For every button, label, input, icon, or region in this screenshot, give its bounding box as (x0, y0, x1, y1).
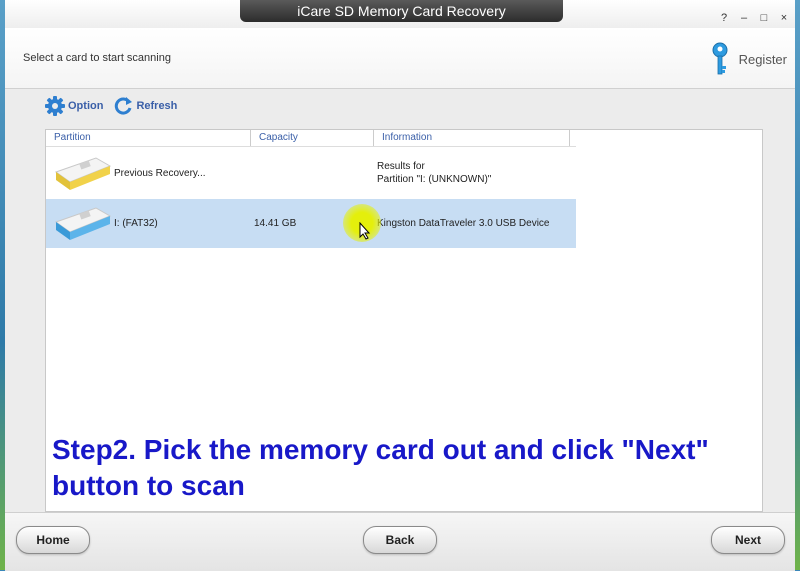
table-row[interactable]: Previous Recovery... Results for Partiti… (46, 149, 576, 198)
refresh-icon (115, 97, 133, 115)
window-controls: ? – □ × (719, 12, 789, 24)
partition-name: I: (FAT32) (114, 218, 158, 229)
mouse-pointer-icon (359, 222, 371, 240)
title-bar[interactable]: iCare SD Memory Card Recovery ? – □ × (5, 0, 795, 28)
table-header: Partition Capacity Information (46, 130, 576, 147)
tutorial-caption: Step2. Pick the memory card out and clic… (52, 432, 762, 504)
caption-line-1: Step2. Pick the memory card out and clic… (52, 434, 709, 465)
information-line-1: Results for (377, 161, 425, 172)
information-line-2: Partition "I: (UNKNOWN)" (377, 174, 492, 185)
register-label: Register (738, 51, 787, 67)
app-window: iCare SD Memory Card Recovery ? – □ × Se… (5, 0, 795, 571)
header: Select a card to start scanning Register (5, 28, 795, 89)
register-button[interactable]: Register (711, 42, 787, 76)
column-header-partition[interactable]: Partition (46, 130, 251, 146)
option-label: Option (68, 100, 104, 112)
help-button[interactable]: ? (719, 12, 729, 24)
gear-icon (45, 96, 65, 116)
next-button[interactable]: Next (711, 526, 785, 554)
refresh-button[interactable]: Refresh (113, 96, 177, 116)
partition-name: Previous Recovery... (114, 168, 206, 179)
column-header-capacity[interactable]: Capacity (251, 130, 374, 146)
column-header-information[interactable]: Information (374, 130, 570, 146)
caption-line-2: button to scan (52, 470, 245, 501)
home-button[interactable]: Home (16, 526, 90, 554)
toolbar: Option Refresh (45, 96, 177, 116)
capacity-value: 14.41 GB (254, 218, 297, 229)
key-icon (712, 42, 728, 75)
window-title: iCare SD Memory Card Recovery (240, 0, 563, 22)
minimize-button[interactable]: – (739, 12, 749, 24)
close-button[interactable]: × (779, 12, 789, 24)
maximize-button[interactable]: □ (759, 12, 769, 24)
instruction-text: Select a card to start scanning (23, 52, 171, 64)
footer: Home Back Next (5, 512, 795, 571)
drive-icon-blue (54, 206, 112, 240)
option-button[interactable]: Option (45, 96, 103, 116)
drive-icon-yellow (54, 156, 112, 190)
back-button[interactable]: Back (363, 526, 437, 554)
refresh-label: Refresh (136, 100, 178, 112)
partition-table: Partition Capacity Information Previous … (45, 129, 763, 512)
table-row-selected[interactable]: I: (FAT32) 14.41 GB Kingston DataTravele… (46, 199, 576, 248)
information-line-1: Kingston DataTraveler 3.0 USB Device (377, 218, 550, 229)
